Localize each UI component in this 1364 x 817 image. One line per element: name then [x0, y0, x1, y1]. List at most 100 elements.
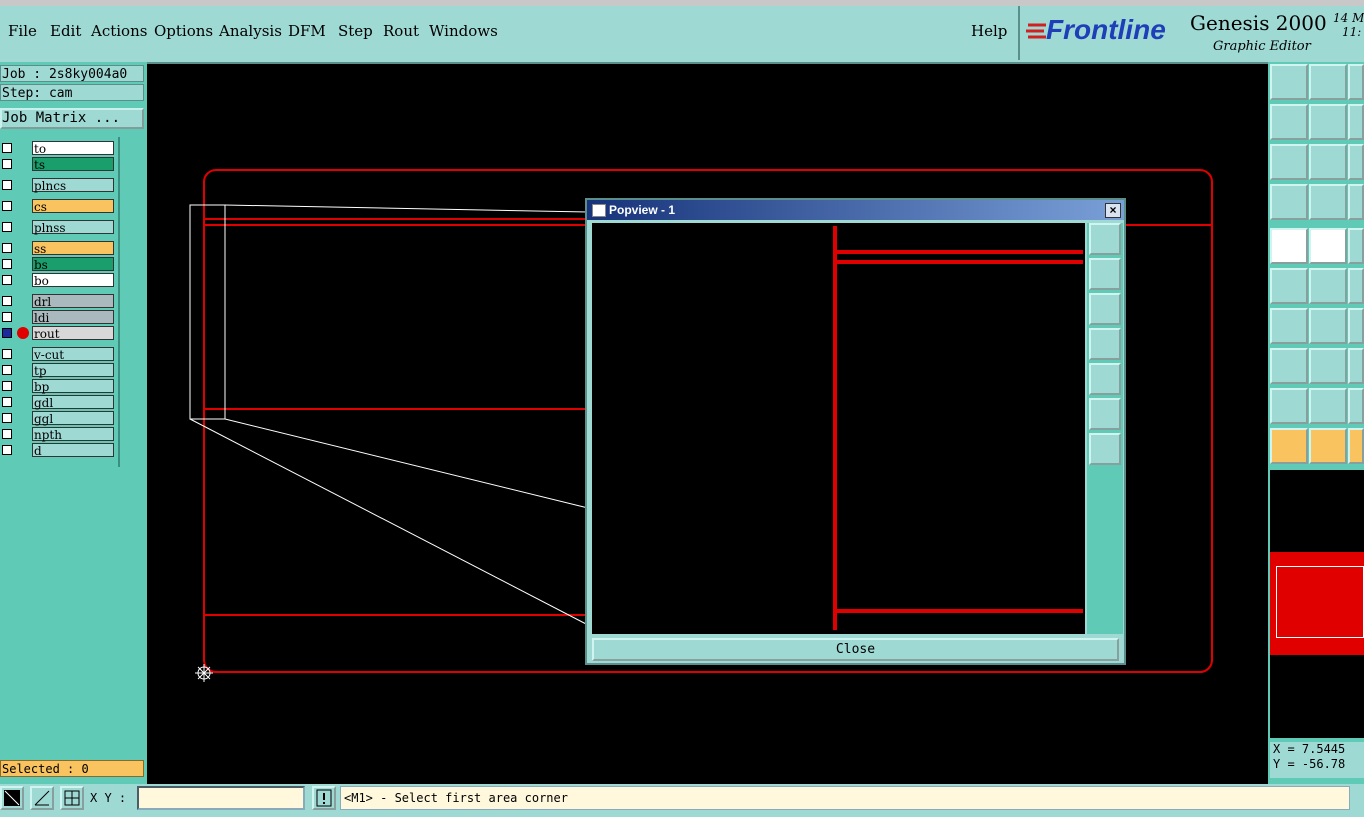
layer-name[interactable]: ss [32, 241, 114, 256]
layer-checkbox[interactable] [2, 429, 12, 439]
layer-row-npth[interactable]: npth [0, 427, 116, 442]
layer-name[interactable]: v-cut [32, 347, 114, 362]
snap-mode-icon[interactable] [0, 786, 24, 810]
extra-icon[interactable] [1348, 228, 1364, 264]
layer-checkbox[interactable] [2, 222, 12, 232]
center-icon[interactable] [1309, 144, 1347, 180]
fit-icon[interactable] [1270, 144, 1308, 180]
layer-checkbox[interactable] [2, 381, 12, 391]
layer-row-to[interactable]: to [0, 141, 116, 156]
popview-canvas[interactable] [592, 223, 1085, 634]
layer-checkbox[interactable] [2, 259, 12, 269]
layer-checkbox[interactable] [2, 349, 12, 359]
extra-icon[interactable] [1348, 184, 1364, 220]
layer-name[interactable]: plnss [32, 220, 114, 235]
layer-name[interactable]: gdl [32, 395, 114, 410]
pad-icon[interactable] [1270, 228, 1308, 264]
dash-icon[interactable] [1309, 348, 1347, 384]
layer-checkbox[interactable] [2, 180, 12, 190]
layer-checkbox[interactable] [2, 296, 12, 306]
extra-icon[interactable] [1348, 308, 1364, 344]
layer-row-ldi[interactable]: ldi [0, 310, 116, 325]
measure-icon[interactable] [30, 786, 54, 810]
layer-name[interactable]: ldi [32, 310, 114, 325]
slash-icon[interactable] [1309, 308, 1347, 344]
layer-name[interactable]: drl [32, 294, 114, 309]
angle-icon[interactable] [1270, 308, 1308, 344]
connect-icon[interactable] [1270, 268, 1308, 304]
menu-rout[interactable]: Rout [383, 22, 419, 40]
move-right-icon[interactable] [1309, 104, 1347, 140]
layer-checkbox[interactable] [2, 328, 12, 338]
layer-checkbox[interactable] [2, 365, 12, 375]
select-icon[interactable] [1270, 428, 1308, 464]
xy-input[interactable] [137, 786, 305, 810]
layer-name[interactable]: cs [32, 199, 114, 214]
select-area-icon[interactable] [1309, 428, 1347, 464]
layer-checkbox[interactable] [2, 159, 12, 169]
layer-row-ss[interactable]: ss [0, 241, 116, 256]
exclamation-icon[interactable] [312, 786, 336, 810]
extra-icon[interactable] [1348, 348, 1364, 384]
popview-titlebar[interactable]: Popview - 1 × [587, 200, 1124, 220]
layer-checkbox[interactable] [2, 243, 12, 253]
close-button[interactable]: Close [592, 638, 1119, 661]
layer-row-v-cut[interactable]: v-cut [0, 347, 116, 362]
menu-analysis[interactable]: Analysis [219, 22, 282, 40]
layer-checkbox[interactable] [2, 397, 12, 407]
extra-icon[interactable] [1348, 428, 1364, 464]
extra-icon[interactable] [1348, 64, 1364, 100]
layer-name[interactable]: rout [32, 326, 114, 341]
menu-dfm[interactable]: DFM [288, 22, 326, 40]
move-up-icon[interactable] [1270, 64, 1308, 100]
layer-row-bs[interactable]: bs [0, 257, 116, 272]
layer-name[interactable]: bp [32, 379, 114, 394]
extra-icon[interactable] [1348, 388, 1364, 424]
layer-name[interactable]: bo [32, 273, 114, 288]
overview-window[interactable] [1270, 470, 1364, 738]
menu-windows[interactable]: Windows [429, 22, 498, 40]
intersect-icon[interactable] [1309, 268, 1347, 304]
layer-row-bp[interactable]: bp [0, 379, 116, 394]
layer-row-cs[interactable]: cs [0, 199, 116, 214]
menu-options[interactable]: Options [154, 22, 213, 40]
grid-icon[interactable] [60, 786, 84, 810]
point-add-icon[interactable] [1270, 348, 1308, 384]
layer-row-gdl[interactable]: gdl [0, 395, 116, 410]
window-menu-icon[interactable] [592, 204, 606, 217]
extra-icon[interactable] [1348, 268, 1364, 304]
zoom-home-icon[interactable] [1089, 398, 1121, 430]
line-draw-icon[interactable] [1309, 228, 1347, 264]
pan-down-icon[interactable] [1089, 293, 1121, 325]
job-matrix-button[interactable]: Job Matrix ... [0, 108, 144, 129]
move-left-icon[interactable] [1270, 104, 1308, 140]
layer-name[interactable]: ggl [32, 411, 114, 426]
pan-right-icon[interactable] [1089, 363, 1121, 395]
layer-row-plncs[interactable]: plncs [0, 178, 116, 193]
zoom-out-icon[interactable] [1089, 433, 1121, 465]
layer-row-ggl[interactable]: ggl [0, 411, 116, 426]
pan-up-icon[interactable] [1089, 258, 1121, 290]
layer-row-d[interactable]: d [0, 443, 116, 458]
arc-icon[interactable] [1309, 388, 1347, 424]
layer-name[interactable]: bs [32, 257, 114, 272]
menu-edit[interactable]: Edit [50, 22, 81, 40]
snap-point-icon[interactable] [1309, 184, 1347, 220]
layer-checkbox[interactable] [2, 413, 12, 423]
extra-icon[interactable] [1348, 104, 1364, 140]
layer-name[interactable]: ts [32, 157, 114, 172]
zoom-fit-icon[interactable] [1089, 223, 1121, 255]
menu-file[interactable]: File [8, 22, 37, 40]
layer-checkbox[interactable] [2, 445, 12, 455]
close-icon[interactable]: × [1105, 203, 1121, 218]
layer-row-drl[interactable]: drl [0, 294, 116, 309]
layer-checkbox[interactable] [2, 143, 12, 153]
layer-row-ts[interactable]: ts [0, 157, 116, 172]
measure-tool-icon[interactable] [1270, 184, 1308, 220]
layer-name[interactable]: to [32, 141, 114, 156]
layer-name[interactable]: d [32, 443, 114, 458]
menu-actions[interactable]: Actions [91, 22, 147, 40]
layer-row-plnss[interactable]: plnss [0, 220, 116, 235]
layer-checkbox[interactable] [2, 201, 12, 211]
layer-checkbox[interactable] [2, 312, 12, 322]
